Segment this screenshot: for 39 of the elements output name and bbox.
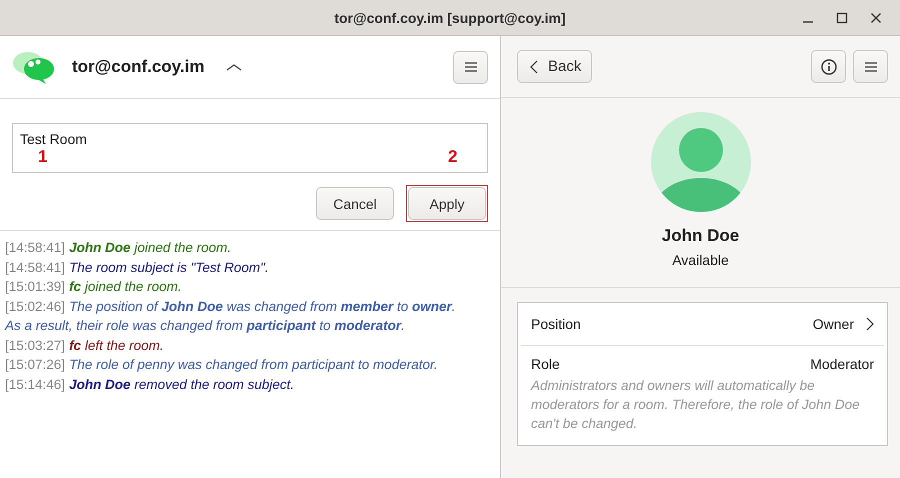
log-message: John Doe joined the room. — [69, 240, 232, 255]
maximize-icon[interactable] — [836, 12, 848, 24]
log-message: The role of penny was changed from participant to moderator. — [69, 357, 438, 372]
annotation-number: 2 — [448, 147, 458, 167]
close-icon[interactable] — [870, 12, 882, 24]
info-button[interactable] — [811, 50, 846, 83]
timestamp: [15:02:46] — [5, 298, 66, 314]
row-value: Moderator — [810, 356, 874, 372]
menu-icon — [864, 62, 876, 72]
row-label: Role — [531, 356, 560, 372]
timestamp: [14:58:41] — [5, 260, 66, 274]
room-name: tor@conf.coy.im — [72, 57, 204, 77]
chevron-up-icon[interactable] — [226, 62, 242, 72]
back-button[interactable]: Back — [517, 50, 592, 83]
dialog-button[interactable]: Apply — [408, 187, 486, 220]
occupant-status: Available — [672, 252, 729, 268]
log-message: As a result, their role was changed from participant to moderator. — [5, 318, 405, 333]
menu-icon — [464, 62, 476, 72]
log-message: The position of John Doe was changed from member to owner. — [69, 298, 456, 314]
log-message: fc joined the room. — [69, 279, 182, 294]
timestamp: [15:07:26] — [5, 357, 66, 372]
dialog-button[interactable]: Cancel — [316, 187, 394, 220]
timestamp: [14:58:41] — [5, 240, 66, 255]
info-icon — [820, 58, 836, 74]
timestamp: [15:14:46] — [5, 376, 66, 392]
annotation-number: 1 — [38, 147, 48, 167]
menu-button[interactable] — [853, 50, 888, 83]
timestamp: [15:01:39] — [5, 279, 66, 294]
timestamp: [15:03:27] — [5, 338, 66, 352]
menu-button[interactable] — [453, 50, 488, 84]
log-message: The room subject is "Test Room". — [69, 260, 269, 274]
chevron-left-icon — [530, 60, 538, 74]
occupant-name: John Doe — [662, 226, 740, 246]
log-message: fc left the room. — [69, 338, 164, 352]
role-note: Administrators and owners will automatically be moderators for a room. Therefore, the role of John Doe can't be changed. — [531, 377, 861, 433]
position-row[interactable]: Position Owner — [521, 303, 884, 346]
window-title: tor@conf.coy.im [support@coy.im] — [334, 10, 566, 26]
chevron-right-icon — [866, 317, 874, 331]
log-message: John Doe removed the room subject. — [69, 376, 294, 392]
